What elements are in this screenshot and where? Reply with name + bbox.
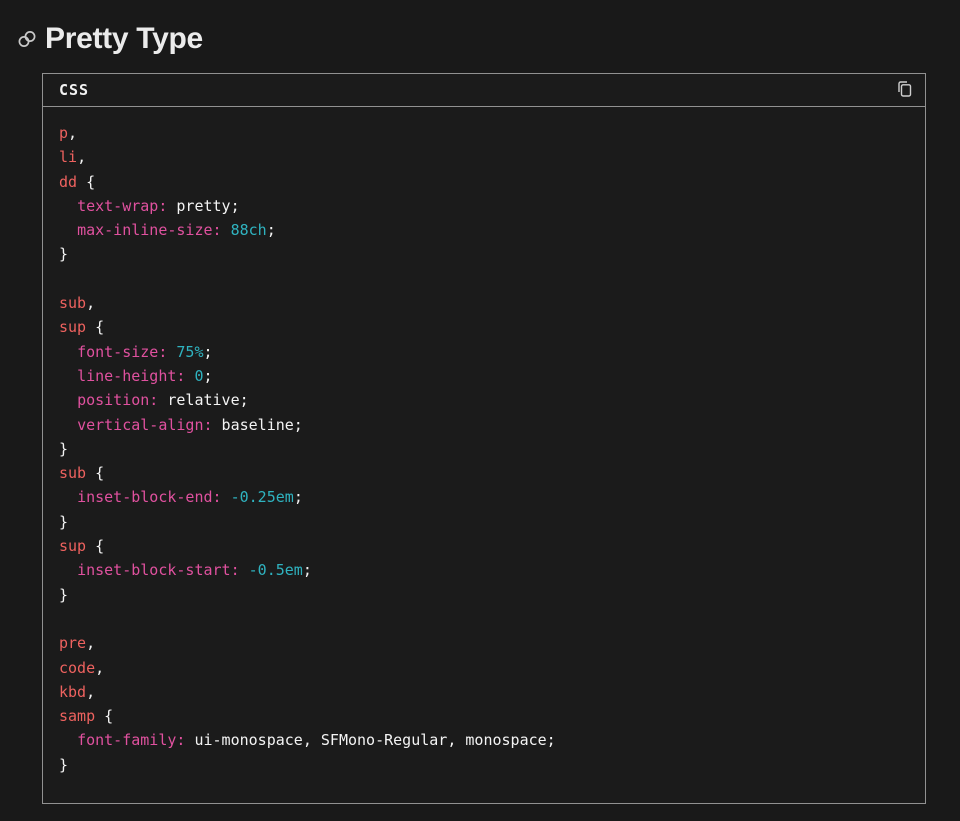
code-line: sup { (59, 315, 909, 339)
code-token (59, 488, 77, 506)
code-line: dd { (59, 170, 909, 194)
code-token: 75% (176, 343, 203, 361)
page-title: Pretty Type (16, 21, 960, 57)
code-token: { (77, 173, 95, 191)
code-line: sub { (59, 461, 909, 485)
code-token: inset-block-start: (77, 561, 240, 579)
code-token: -0.25em (231, 488, 294, 506)
code-line: kbd, (59, 680, 909, 704)
code-line: } (59, 753, 909, 777)
code-line: sup { (59, 534, 909, 558)
code-line: } (59, 242, 909, 266)
page-title-text: Pretty Type (45, 21, 203, 57)
code-line: font-size: 75%; (59, 340, 909, 364)
code-token (59, 197, 77, 215)
code-line: } (59, 510, 909, 534)
code-token: } (59, 245, 68, 263)
code-token (59, 416, 77, 434)
code-line (59, 607, 909, 631)
code-token: ui-monospace, SFMono-Regular, monospace; (185, 731, 555, 749)
code-panel: CSS p,li,dd { text-wrap: pretty; max-inl… (42, 73, 926, 804)
code-token: sup (59, 318, 86, 336)
code-token: inset-block-end: (77, 488, 222, 506)
code-line: } (59, 583, 909, 607)
code-token: , (86, 294, 95, 312)
code-token: position: (77, 391, 158, 409)
code-token: code (59, 659, 95, 677)
code-token: { (86, 537, 104, 555)
code-panel-header: CSS (43, 74, 925, 107)
code-line: code, (59, 656, 909, 680)
code-token (222, 488, 231, 506)
copy-icon (894, 79, 914, 102)
code-line: li, (59, 145, 909, 169)
code-token: p (59, 124, 68, 142)
code-token: font-size: (77, 343, 167, 361)
code-token (59, 391, 77, 409)
code-token: , (95, 659, 104, 677)
code-token: ; (204, 343, 213, 361)
code-token: dd (59, 173, 77, 191)
code-token: } (59, 513, 68, 531)
code-token: relative; (158, 391, 248, 409)
code-token (59, 221, 77, 239)
code-line: font-family: ui-monospace, SFMono-Regula… (59, 728, 909, 752)
code-line: } (59, 437, 909, 461)
code-line: inset-block-start: -0.5em; (59, 558, 909, 582)
code-token: sup (59, 537, 86, 555)
code-token: } (59, 756, 68, 774)
code-token: sub (59, 294, 86, 312)
code-token: , (86, 634, 95, 652)
code-token: 88ch (231, 221, 267, 239)
code-token: ; (303, 561, 312, 579)
code-token: ; (267, 221, 276, 239)
code-token: } (59, 586, 68, 604)
code-token: , (77, 148, 86, 166)
code-line (59, 267, 909, 291)
code-token: , (86, 683, 95, 701)
code-token (222, 221, 231, 239)
code-token: vertical-align: (77, 416, 212, 434)
code-token: line-height: (77, 367, 185, 385)
code-token: max-inline-size: (77, 221, 222, 239)
code-content: p,li,dd { text-wrap: pretty; max-inline-… (43, 107, 925, 803)
code-token: , (68, 124, 77, 142)
code-token: sub (59, 464, 86, 482)
code-token: { (86, 318, 104, 336)
page: Pretty Type CSS p,li,dd { text-wrap: pre… (0, 0, 960, 821)
code-token: -0.5em (249, 561, 303, 579)
code-token: samp (59, 707, 95, 725)
code-line: vertical-align: baseline; (59, 413, 909, 437)
copy-button[interactable] (891, 77, 917, 103)
code-token: { (86, 464, 104, 482)
code-line: position: relative; (59, 388, 909, 412)
code-line: sub, (59, 291, 909, 315)
language-label: CSS (59, 81, 89, 99)
code-token: pretty; (167, 197, 239, 215)
code-token: ; (204, 367, 213, 385)
code-token: text-wrap: (77, 197, 167, 215)
code-token: font-family: (77, 731, 185, 749)
code-token: { (95, 707, 113, 725)
code-token (59, 731, 77, 749)
code-token (59, 561, 77, 579)
code-token (59, 343, 77, 361)
code-token: ; (294, 488, 303, 506)
code-line: max-inline-size: 88ch; (59, 218, 909, 242)
code-token: } (59, 440, 68, 458)
code-line: text-wrap: pretty; (59, 194, 909, 218)
code-token: 0 (194, 367, 203, 385)
code-line: p, (59, 121, 909, 145)
chain-link-icon[interactable] (16, 28, 38, 50)
code-line: samp { (59, 704, 909, 728)
code-line: line-height: 0; (59, 364, 909, 388)
code-token (59, 367, 77, 385)
code-token (240, 561, 249, 579)
code-token: li (59, 148, 77, 166)
code-token: baseline; (213, 416, 303, 434)
code-line: pre, (59, 631, 909, 655)
code-token: pre (59, 634, 86, 652)
code-line: inset-block-end: -0.25em; (59, 485, 909, 509)
code-token: kbd (59, 683, 86, 701)
